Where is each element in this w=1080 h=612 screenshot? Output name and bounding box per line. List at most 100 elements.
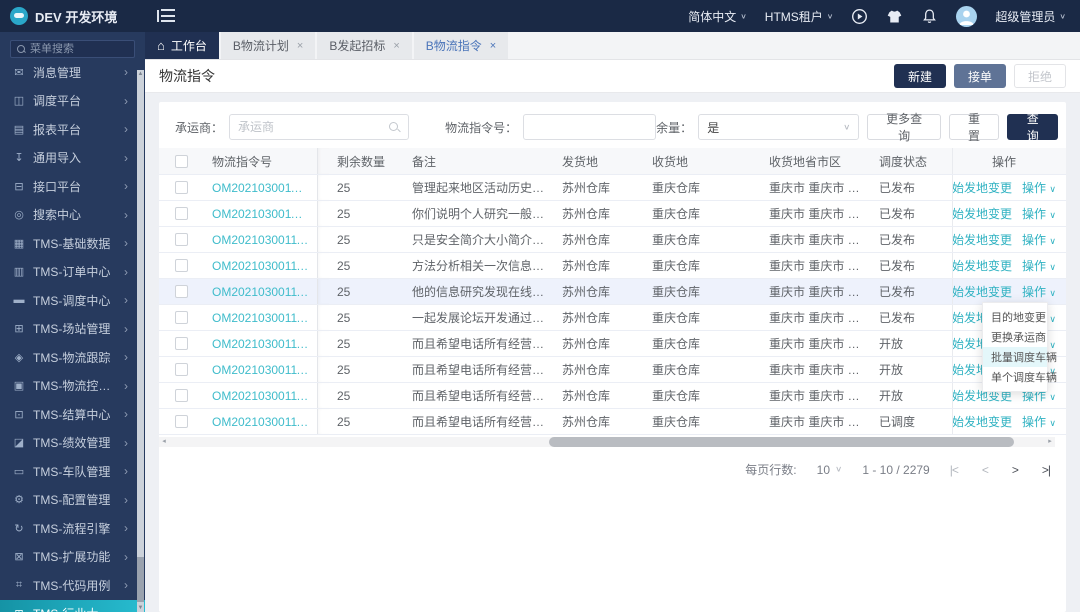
order-no-link[interactable]: OM202103001114 [204,363,317,377]
order-no-field[interactable] [523,114,656,140]
close-icon[interactable]: × [297,40,303,52]
search-button[interactable]: 查询 [1007,114,1058,140]
dropdown-menu-item[interactable]: 更换承运商 [983,327,1047,347]
scroll-right-icon[interactable]: ▸ [1045,437,1055,447]
row-checkbox[interactable] [175,207,188,220]
row-checkbox[interactable] [175,181,188,194]
change-origin-link[interactable]: 始发地变更 [952,413,1012,430]
change-origin-link[interactable]: 始发地变更 [952,231,1012,248]
sidebar-menu-item[interactable]: ◪ TMS-绩效管理 › [0,429,145,458]
order-no-link[interactable]: OM202103001113 [204,389,317,403]
sidebar-menu-item[interactable]: ⊞ TMS-行业大宗物流 › [0,600,145,612]
scrollbar-thumb[interactable] [137,557,144,602]
last-page-button[interactable]: >| [1042,463,1050,477]
search-icon [389,122,400,133]
order-no-link[interactable]: OM202103001119 [204,233,317,247]
dropdown-menu-item[interactable]: 批量调度车辆 [983,347,1047,367]
tenant-selector[interactable]: HTMS租户 ∨ [765,8,834,25]
row-more-actions[interactable]: 操作 ∨ [1022,205,1055,222]
row-more-actions[interactable]: 操作 ∨ [1022,257,1055,274]
row-more-actions[interactable]: 操作 ∨ [1022,231,1055,248]
menu-search-input[interactable] [30,43,128,55]
select-all-checkbox[interactable] [175,155,188,168]
sidebar-collapse-icon[interactable] [157,9,175,23]
sidebar-menu-item[interactable]: ⊠ TMS-扩展功能 › [0,543,145,572]
sidebar-menu-item[interactable]: ▬ TMS-调度中心 › [0,286,145,315]
row-checkbox[interactable] [175,259,188,272]
order-no-link[interactable]: OM202103001117 [204,285,317,299]
row-more-actions[interactable]: 操作 ∨ [1022,179,1055,196]
sidebar-menu-item[interactable]: ▦ TMS-基础数据 › [0,229,145,258]
row-more-actions[interactable]: 操作 ∨ [1022,413,1055,430]
row-checkbox[interactable] [175,337,188,350]
sidebar-menu-item[interactable]: ▣ TMS-物流控制塔 › [0,372,145,401]
sidebar-menu-item[interactable]: ✉ 消息管理 › [0,58,145,87]
change-origin-link[interactable]: 始发地变更 [952,179,1012,196]
carrier-field[interactable] [229,114,409,140]
carrier-input[interactable] [238,120,389,134]
sidebar-scrollbar[interactable]: ▲ ▼ [137,70,144,612]
scroll-down-icon[interactable]: ▼ [137,604,144,612]
row-checkbox[interactable] [175,285,188,298]
dropdown-menu-item[interactable]: 单个调度车辆 [983,367,1047,387]
order-no-link[interactable]: OM202103001120 [204,207,317,221]
scroll-left-icon[interactable]: ◂ [159,437,169,447]
sidebar-menu-item[interactable]: ⊡ TMS-结算中心 › [0,400,145,429]
row-checkbox[interactable] [175,389,188,402]
dropdown-menu-item[interactable]: 目的地变更 [983,307,1047,327]
row-checkbox[interactable] [175,311,188,324]
order-no-input[interactable] [532,120,647,134]
accept-button[interactable]: 接单 [954,64,1006,88]
change-origin-link[interactable]: 始发地变更 [952,205,1012,222]
sidebar-menu-item[interactable]: ↻ TMS-流程引擎 › [0,514,145,543]
order-no-link[interactable]: OM202103001121 [204,181,317,195]
next-page-button[interactable]: > [1012,463,1018,477]
sidebar-menu-item[interactable]: ⌗ TMS-代码用例 › [0,571,145,600]
nav-tab[interactable]: ⌂ 工作台 [145,32,219,59]
nav-tab[interactable]: B物流计划 × [221,32,315,59]
order-no-link[interactable]: OM202103001112 [204,415,317,429]
sidebar-menu-item[interactable]: ⚙ TMS-配置管理 › [0,486,145,515]
change-origin-link[interactable]: 始发地变更 [952,257,1012,274]
prev-page-button[interactable]: < [982,463,988,477]
remain-select[interactable]: 是 ∨ [698,114,859,140]
more-search-button[interactable]: 更多查询 [867,114,940,140]
order-no-link[interactable]: OM202103001115 [204,337,317,351]
close-icon[interactable]: × [393,40,399,52]
row-more-actions[interactable]: 操作 ∨ [1022,283,1055,300]
scroll-up-icon[interactable]: ▲ [137,70,144,78]
change-origin-link[interactable]: 始发地变更 [952,283,1012,300]
first-page-button[interactable]: |< [950,463,958,477]
reject-button[interactable]: 拒绝 [1014,64,1066,88]
rows-per-page-select[interactable]: 10 ∨ [817,463,843,477]
horizontal-scrollbar[interactable]: ◂ ▸ [159,437,1055,447]
user-avatar[interactable] [956,6,977,27]
sidebar-menu-item[interactable]: ⊞ TMS-场站管理 › [0,315,145,344]
theme-skin-icon[interactable] [886,8,903,25]
row-checkbox[interactable] [175,233,188,246]
sidebar-menu-item[interactable]: ⊟ 接口平台 › [0,172,145,201]
create-button[interactable]: 新建 [894,64,946,88]
row-checkbox[interactable] [175,415,188,428]
language-selector[interactable]: 简体中文 ∨ [688,8,747,25]
notifications-bell-icon[interactable] [921,8,938,25]
user-menu[interactable]: 超级管理员 ∨ [995,8,1066,25]
reset-button[interactable]: 重置 [949,114,1000,140]
order-no-link[interactable]: OM202103001118 [204,259,317,273]
sidebar-menu-item[interactable]: ↧ 通用导入 › [0,144,145,173]
close-icon[interactable]: × [490,40,496,52]
order-no-link[interactable]: OM202103001116 [204,311,317,325]
row-checkbox[interactable] [175,363,188,376]
guide-play-icon[interactable] [851,8,868,25]
sidebar-menu-item[interactable]: ◈ TMS-物流跟踪 › [0,343,145,372]
sidebar-menu-item[interactable]: ▥ TMS-订单中心 › [0,258,145,287]
scrollbar-thumb[interactable] [549,437,1014,447]
menu-search[interactable] [10,40,135,58]
sidebar-menu-item[interactable]: ▭ TMS-车队管理 › [0,457,145,486]
nav-tab[interactable]: B发起招标 × [317,32,411,59]
sidebar-menu-item[interactable]: ▤ 报表平台 › [0,115,145,144]
sidebar-menu-item[interactable]: ◫ 调度平台 › [0,87,145,116]
orders-table: 物流指令号 剩余数量 备注 发货地 收货地 收货地省市区 调度状态 操作 OM [159,148,1066,435]
sidebar-menu-item[interactable]: ◎ 搜索中心 › [0,201,145,230]
nav-tab[interactable]: B物流指令 × [414,32,508,59]
